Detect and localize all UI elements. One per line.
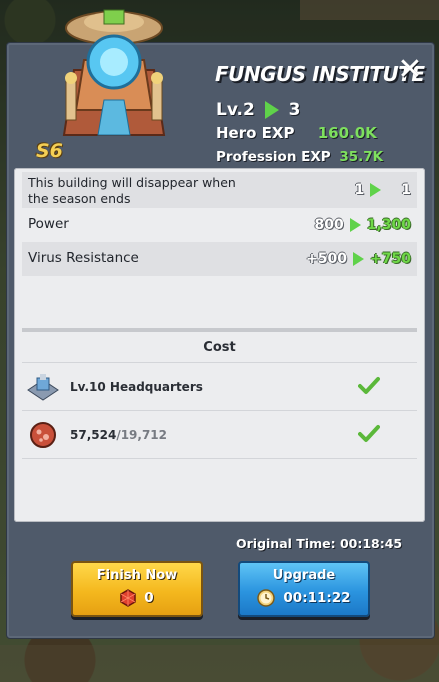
attribute-from: 1	[354, 182, 365, 198]
attribute-from: +500	[306, 251, 348, 267]
finish-now-cost: 0	[73, 589, 201, 607]
cost-item-amount: 57,524/19,712	[70, 428, 167, 442]
attribute-label: Power	[28, 216, 69, 232]
checkmark-icon	[358, 377, 380, 394]
clock-icon	[257, 589, 276, 607]
profession-exp-value: 35.7K	[339, 149, 384, 165]
arrow-right-icon	[264, 101, 279, 119]
attribute-row-virus-resistance: Virus Resistance +500 +750	[22, 242, 417, 276]
attribute-values: 800 1,300	[314, 208, 411, 242]
attribute-row-power: Power 800 1,300	[22, 208, 417, 242]
finish-now-label: Finish Now	[96, 568, 178, 583]
virus-resource-icon	[30, 422, 56, 448]
headquarters-icon	[27, 374, 59, 401]
fungus-institute-building-icon	[62, 9, 166, 136]
finish-now-button[interactable]: Finish Now 0	[71, 561, 203, 617]
next-level: 3	[288, 100, 301, 120]
season-badge: S6	[36, 140, 63, 162]
attribute-from: 800	[314, 217, 344, 233]
cost-header: Cost	[203, 340, 236, 355]
arrow-right-icon	[349, 218, 361, 232]
upgrade-duration: 00:11:22	[283, 590, 351, 606]
attribute-to: 1	[401, 182, 411, 198]
cost-item-headquarters: Lv.10 Headquarters	[22, 364, 417, 410]
building-title: FUNGUS INSTITUTE	[215, 62, 425, 86]
profession-exp-label: Profession EXP	[216, 149, 331, 165]
level-row: Lv.2 3	[216, 100, 301, 120]
profession-exp-row: Profession EXP 35.7K	[216, 149, 383, 165]
attribute-label: This building will disappear when the se…	[28, 175, 236, 206]
gem-icon	[120, 589, 137, 607]
upgrade-time: 00:11:22	[240, 589, 368, 607]
original-time: Original Time: 00:18:45	[236, 536, 403, 551]
attribute-label: Virus Resistance	[28, 250, 139, 266]
cost-item-resource: 57,524/19,712	[22, 412, 417, 458]
hero-exp-row: Hero EXP 160.0K	[216, 124, 377, 142]
checkmark-icon	[358, 425, 380, 442]
gem-cost: 0	[144, 590, 154, 606]
arrow-right-icon	[370, 183, 382, 197]
resource-required: 19,712	[120, 428, 168, 442]
details-panel: This building will disappear when the se…	[14, 168, 425, 522]
divider	[22, 458, 417, 459]
attribute-values: 1 1	[355, 172, 412, 208]
divider	[22, 362, 417, 363]
section-divider	[22, 328, 417, 332]
close-button[interactable]: ✕	[395, 55, 425, 85]
attribute-to: 1,300	[366, 217, 411, 233]
arrow-right-icon	[353, 252, 365, 266]
attribute-values: +500 +750	[306, 242, 411, 276]
resource-owned: 57,524	[70, 428, 117, 442]
hero-exp-label: Hero EXP	[216, 124, 295, 142]
attribute-row-season: This building will disappear when the se…	[22, 172, 417, 208]
hero-exp-value: 160.0K	[317, 124, 377, 142]
attribute-to: +750	[370, 251, 411, 267]
divider	[22, 410, 417, 411]
current-level: Lv.2	[216, 100, 255, 120]
cost-item-label: Lv.10 Headquarters	[70, 380, 203, 394]
upgrade-button[interactable]: Upgrade 00:11:22	[238, 561, 370, 617]
upgrade-label: Upgrade	[272, 568, 336, 583]
